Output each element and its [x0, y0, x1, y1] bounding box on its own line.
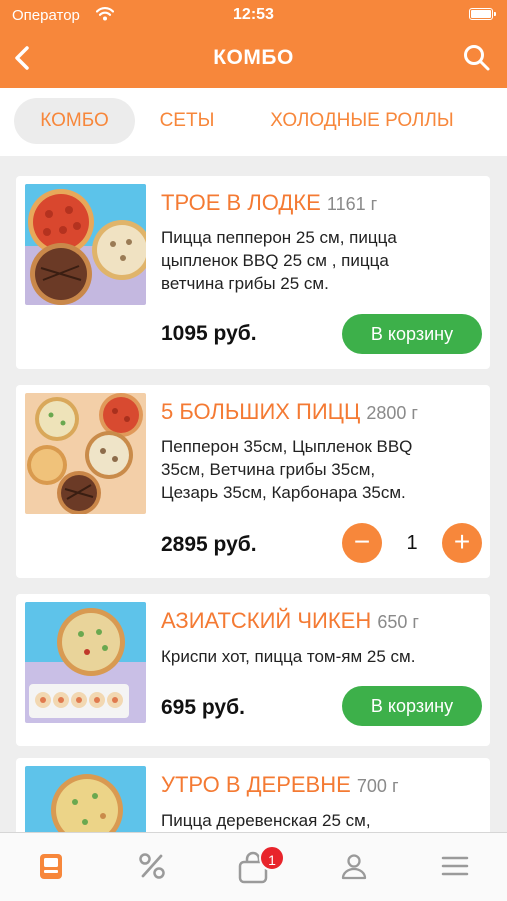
- nav-menu[interactable]: [0, 833, 101, 901]
- product-description: Пицца деревенская 25 см,: [161, 809, 479, 832]
- quantity-value: 1: [406, 532, 418, 554]
- add-to-cart-button[interactable]: В корзину: [342, 314, 482, 354]
- description-line: Пепперон 35см, Цыпленок BBQ: [161, 437, 413, 456]
- description-line: Цезарь 35см, Карбонара 35см.: [161, 483, 406, 502]
- menu-card-icon: [39, 854, 62, 879]
- product-image: [25, 393, 146, 514]
- search-button[interactable]: [461, 42, 493, 74]
- product-card[interactable]: ТРОЕ В ЛОДКЕ 1161 г Пицца пепперон 25 см…: [16, 176, 490, 369]
- product-image: [25, 184, 146, 305]
- nav-more[interactable]: [404, 833, 505, 901]
- product-title: 5 БОЛЬШИХ ПИЦЦ 2800 г: [161, 399, 418, 425]
- product-title: АЗИАТСКИЙ ЧИКЕН 650 г: [161, 608, 419, 634]
- page-title: КОМБО: [213, 46, 294, 69]
- description-line: Пицца пепперон 25 см, пицца: [161, 228, 397, 247]
- nav-profile[interactable]: [303, 833, 404, 901]
- add-to-cart-button[interactable]: В корзину: [342, 686, 482, 726]
- status-bar: Оператор 12:53: [0, 0, 507, 32]
- product-price: 2895 руб.: [161, 533, 257, 556]
- product-weight: 700 г: [356, 776, 399, 796]
- app-header: Оператор 12:53 КОМБО: [0, 0, 507, 88]
- category-tabs: КОМБО СЕТЫ ХОЛОДНЫЕ РОЛЛЫ: [0, 88, 507, 156]
- hamburger-menu-icon: [441, 856, 468, 876]
- battery-icon: [469, 8, 496, 20]
- product-price: 695 руб.: [161, 696, 245, 719]
- product-weight: 650 г: [377, 612, 419, 632]
- product-weight: 2800 г: [366, 403, 418, 423]
- product-name: ТРОЕ В ЛОДКЕ: [161, 190, 321, 215]
- product-price: 1095 руб.: [161, 322, 257, 345]
- product-description: Пепперон 35см, Цыпленок BBQ 35см, Ветчин…: [161, 435, 479, 504]
- increase-quantity-button[interactable]: +: [442, 523, 482, 563]
- product-description: Пицца пепперон 25 см, пицца цыпленок BBQ…: [161, 226, 479, 295]
- product-image: [25, 602, 146, 723]
- product-title: ТРОЕ В ЛОДКЕ 1161 г: [161, 190, 377, 216]
- product-name: 5 БОЛЬШИХ ПИЦЦ: [161, 399, 361, 424]
- nav-promotions[interactable]: [101, 833, 202, 901]
- description-line: Пицца деревенская 25 см,: [161, 811, 371, 830]
- description-line: цыпленок BBQ 25 см , пицца: [161, 251, 389, 270]
- description-line: 35см, Ветчина грибы 35см,: [161, 460, 376, 479]
- search-icon: [464, 45, 490, 71]
- description-line: ветчина грибы 25 см.: [161, 274, 329, 293]
- cart-badge: 1: [259, 845, 285, 871]
- quantity-stepper: − 1 +: [342, 523, 482, 563]
- tab-combo[interactable]: КОМБО: [14, 98, 135, 144]
- description-line: Криспи хот, пицца том-ям 25 см.: [161, 647, 416, 666]
- percent-icon: [138, 853, 165, 879]
- nav-cart[interactable]: 1: [202, 833, 303, 901]
- product-title: УТРО В ДЕРЕВНЕ 700 г: [161, 772, 399, 798]
- product-weight: 1161 г: [326, 194, 378, 214]
- product-description: Криспи хот, пицца том-ям 25 см.: [161, 645, 479, 668]
- tab-cold-rolls[interactable]: ХОЛОДНЫЕ РОЛЛЫ: [250, 98, 474, 144]
- clock: 12:53: [233, 6, 274, 23]
- tab-sets[interactable]: СЕТЫ: [149, 98, 225, 144]
- product-card[interactable]: АЗИАТСКИЙ ЧИКЕН 650 г Криспи хот, пицца …: [16, 594, 490, 746]
- decrease-quantity-button[interactable]: −: [342, 523, 382, 563]
- bottom-nav: 1: [0, 832, 507, 901]
- product-card[interactable]: 5 БОЛЬШИХ ПИЦЦ 2800 г Пепперон 35см, Цып…: [16, 385, 490, 578]
- profile-icon: [341, 854, 366, 880]
- product-name: АЗИАТСКИЙ ЧИКЕН: [161, 608, 372, 633]
- product-name: УТРО В ДЕРЕВНЕ: [161, 772, 351, 797]
